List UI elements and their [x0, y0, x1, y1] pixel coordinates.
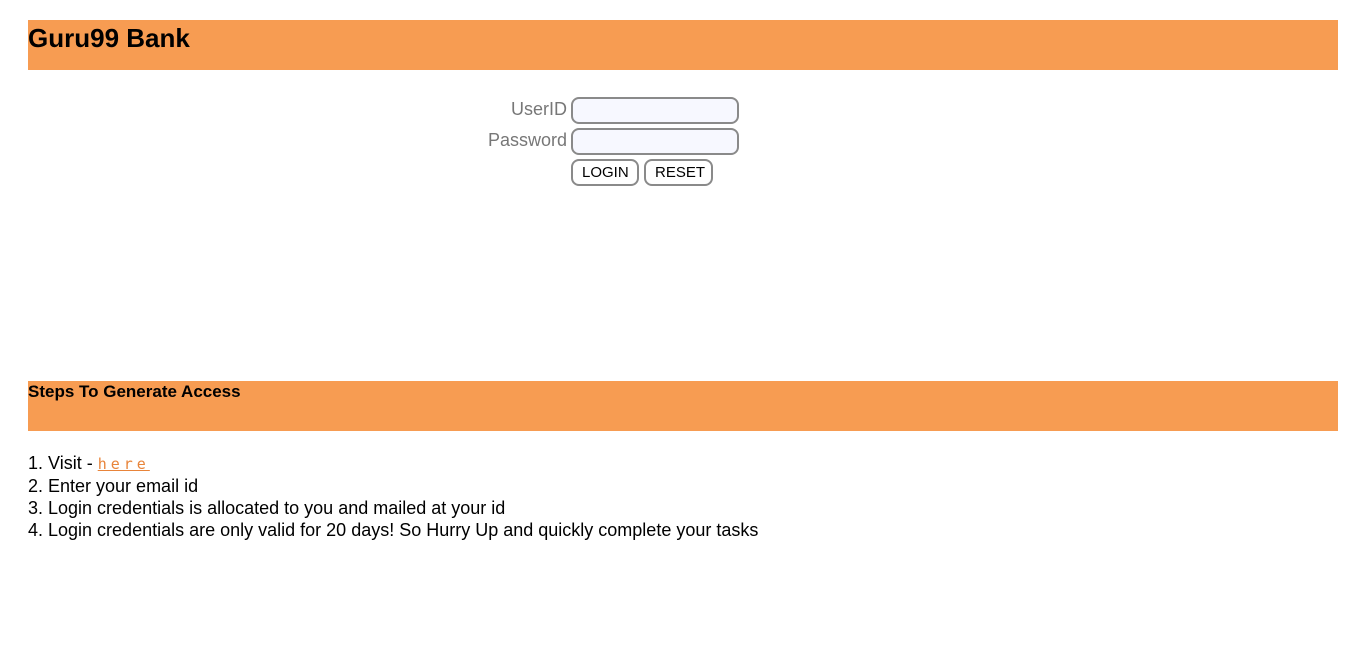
steps-list: 1. Visit - here 2. Enter your email id 3…: [28, 452, 758, 541]
step-2: 2. Enter your email id: [28, 476, 199, 496]
page: Guru99 Bank UserID Password LOGIN RESET …: [0, 0, 1366, 667]
header-banner: Guru99 Bank: [28, 20, 1338, 70]
login-button[interactable]: LOGIN: [571, 159, 639, 186]
site-title: Guru99 Bank: [28, 23, 190, 53]
step-1-text: 1. Visit -: [28, 453, 98, 473]
userid-row: UserID: [440, 96, 760, 127]
password-row: Password: [440, 127, 760, 158]
userid-label: UserID: [510, 99, 567, 119]
button-row: LOGIN RESET: [440, 158, 760, 188]
step-3: 3. Login credentials is allocated to you…: [28, 498, 506, 518]
step-1: 1. Visit - here: [28, 452, 758, 475]
login-form: UserID Password LOGIN RESET: [440, 96, 760, 188]
password-input[interactable]: [571, 128, 739, 155]
step-4: 4. Login credentials are only valid for …: [28, 520, 759, 540]
steps-title: Steps To Generate Access: [28, 382, 241, 401]
userid-input[interactable]: [571, 97, 739, 124]
password-label: Password: [487, 130, 567, 150]
steps-banner: Steps To Generate Access: [28, 381, 1338, 431]
reset-button[interactable]: RESET: [644, 159, 713, 186]
here-link[interactable]: here: [98, 455, 150, 473]
